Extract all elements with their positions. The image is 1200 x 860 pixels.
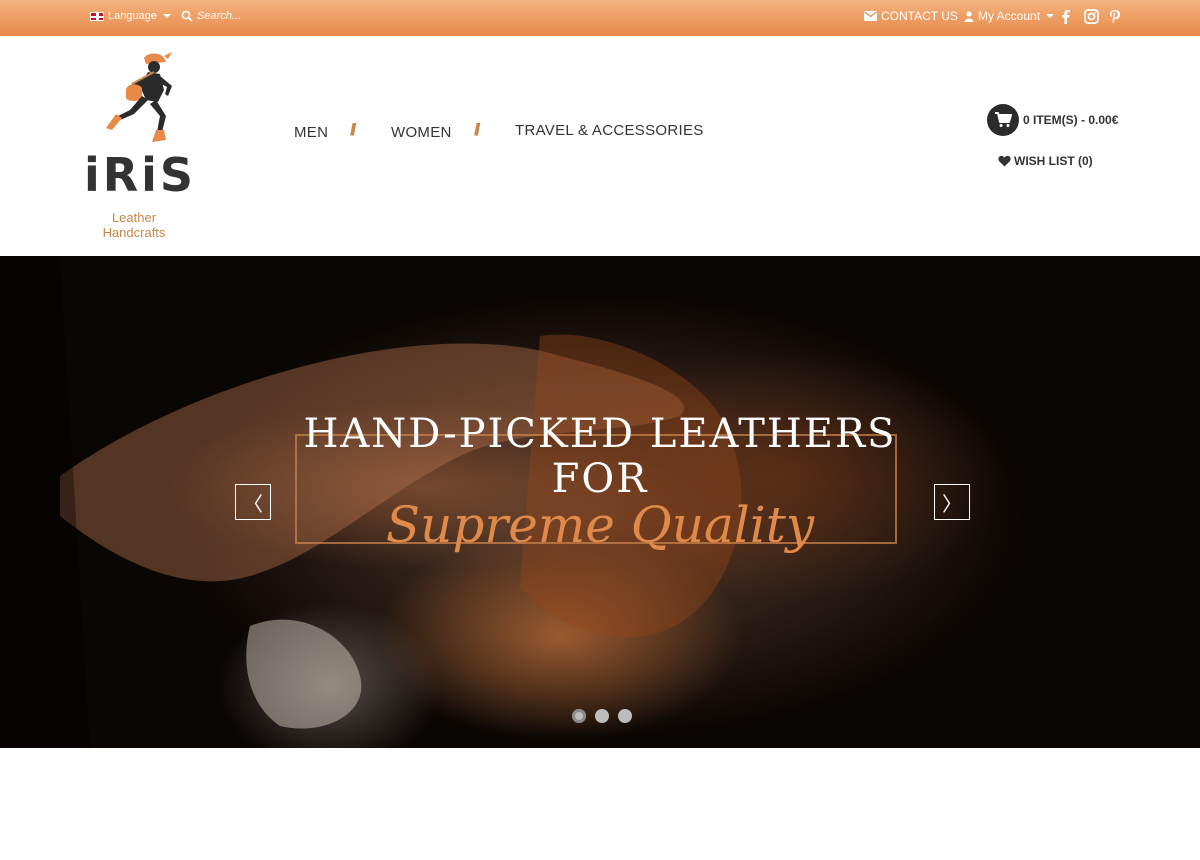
- language-selector[interactable]: Language: [90, 0, 171, 32]
- hero-slider: HAND-PICKED LEATHERS FOR Supreme Quality…: [0, 256, 1200, 748]
- slider-dot-2[interactable]: [595, 709, 609, 723]
- slider-pagination: [572, 709, 632, 723]
- caret-down-icon: [162, 14, 171, 18]
- nav-separator: //: [474, 120, 481, 139]
- hero-script-text: Supreme Quality: [385, 496, 815, 554]
- search-box[interactable]: [181, 0, 267, 32]
- envelope-icon: [864, 11, 877, 21]
- wish-list-label: WISH LIST (0): [1014, 154, 1093, 168]
- facebook-link[interactable]: [1061, 0, 1070, 32]
- slider-dot-1[interactable]: [572, 709, 586, 723]
- cart-summary: 0 ITEM(S) - 0.00€: [1023, 113, 1119, 127]
- wish-list-link[interactable]: WISH LIST (0): [998, 154, 1093, 168]
- search-input[interactable]: [197, 10, 267, 22]
- logo-subtitle-line2: Handcrafts: [102, 225, 166, 240]
- heart-icon: [998, 155, 1011, 167]
- logo-subtitle: Leather Handcrafts: [68, 210, 200, 240]
- iris-logo[interactable]: iRiS Leather Handcrafts: [68, 50, 208, 250]
- user-icon: [964, 10, 974, 22]
- my-account-label: My Account: [978, 9, 1041, 23]
- slider-dot-3[interactable]: [618, 709, 632, 723]
- cart-button[interactable]: 0 ITEM(S) - 0.00€: [987, 104, 1118, 136]
- slider-next-button[interactable]: 〉: [934, 484, 970, 520]
- facebook-icon: [1062, 9, 1070, 24]
- nav-item-women[interactable]: WOMEN: [391, 124, 452, 141]
- nav-item-travel-accessories[interactable]: TRAVEL & ACCESSORIES: [515, 122, 704, 139]
- contact-us-link[interactable]: CONTACT US: [864, 0, 958, 32]
- pinterest-link[interactable]: [1109, 0, 1121, 32]
- instagram-link[interactable]: [1084, 0, 1099, 32]
- search-icon: [181, 10, 193, 22]
- pinterest-icon: [1110, 9, 1120, 23]
- my-account-menu[interactable]: My Account: [964, 0, 1055, 32]
- nav-separator: //: [350, 120, 357, 139]
- runner-logo-icon: [106, 52, 172, 142]
- hero-headline-line1: HAND-PICKED LEATHERS: [303, 411, 897, 457]
- language-label: Language: [108, 10, 157, 22]
- slider-prev-button[interactable]: 〈: [235, 484, 271, 520]
- logo-subtitle-line1: Leather: [111, 210, 157, 225]
- uk-flag-icon: [90, 11, 104, 21]
- nav-item-men[interactable]: MEN: [294, 124, 328, 141]
- instagram-icon: [1084, 8, 1099, 24]
- contact-label: CONTACT US: [881, 9, 958, 23]
- caret-down-icon: [1046, 14, 1055, 18]
- logo-wordmark: iRiS: [83, 148, 197, 202]
- cart-icon: [987, 104, 1019, 136]
- top-bar: Language CONTACT US My Account: [0, 0, 1200, 36]
